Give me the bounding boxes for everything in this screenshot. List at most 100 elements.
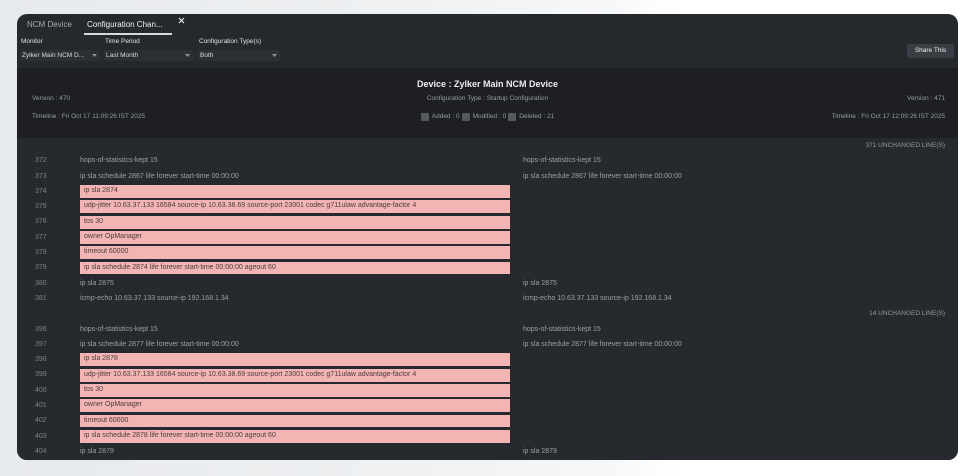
- deleted-diff-row: 377 owner OpManager: [17, 230, 958, 245]
- deleted-line: ip sla schedule 2874 life forever start-…: [80, 261, 510, 275]
- line-number: 379: [35, 264, 47, 272]
- deleted-diff-row: 378 timeout 60000: [17, 245, 958, 260]
- new-version-line: ip sla 2875: [523, 279, 557, 287]
- deleted-diff-row: 403 ip sla schedule 2878 life forever st…: [17, 429, 958, 444]
- unchanged-lines-row: 14 UNCHANGED LINE(S): [17, 306, 958, 321]
- monitor-filter: Monitor Zylker Main NCM D...: [20, 38, 100, 62]
- line-number: 401: [35, 402, 47, 410]
- old-version-line: hops-of-statistics-kept 15: [80, 157, 158, 165]
- deleted-line: ip sla 2878: [80, 353, 510, 367]
- deleted-diff-row: 379 ip sla schedule 2874 life forever st…: [17, 260, 958, 275]
- diff-row: 404 ip sla 2879 ip sla 2879: [17, 444, 958, 459]
- deleted-line: owner OpManager: [80, 399, 510, 413]
- diff-row: 396 hops-of-statistics-kept 15 hops-of-s…: [17, 322, 958, 337]
- line-number: 376: [35, 218, 47, 226]
- line-number: 397: [35, 340, 47, 348]
- unchanged-lines-expander[interactable]: 371 UNCHANGED LINE(S): [866, 138, 945, 153]
- configuration-type-select[interactable]: Both: [198, 50, 280, 61]
- time-period-label: Time Period: [105, 38, 140, 45]
- unchanged-lines-expander[interactable]: 14 UNCHANGED LINE(S): [869, 306, 945, 321]
- deleted-diff-row: 402 timeout 60000: [17, 413, 958, 428]
- deleted-count: Deleted : 21: [519, 113, 555, 120]
- new-version-line: icmp-echo 10.63.37.133 source-ip 192.168…: [523, 294, 672, 302]
- diff-view: 371 UNCHANGED LINE(S) 372 hops-of-statis…: [17, 138, 958, 460]
- new-version-line: ip sla schedule 2867 life forever start-…: [523, 172, 682, 180]
- share-button[interactable]: Share This: [907, 44, 954, 58]
- time-period-value: Last Month: [106, 52, 139, 59]
- chevron-down-icon: [92, 54, 97, 57]
- deleted-diff-row: 400 tos 30: [17, 383, 958, 398]
- deleted-line: udp-jitter 10.63.37.133 16584 source-ip …: [80, 200, 510, 214]
- tab-configuration-change[interactable]: Configuration Chan...: [87, 19, 163, 31]
- deleted-swatch: [508, 113, 517, 121]
- time-period-select[interactable]: Last Month: [104, 50, 193, 61]
- deleted-diff-row: 398 ip sla 2878: [17, 352, 958, 367]
- line-number: 372: [35, 157, 47, 165]
- diff-row: 373 ip sla schedule 2867 life forever st…: [17, 169, 958, 184]
- line-number: 380: [35, 279, 47, 287]
- time-period-filter: Time Period Last Month: [104, 38, 193, 62]
- device-title: Device : Zylker Main NCM Device: [416, 79, 559, 89]
- line-number: 374: [35, 187, 47, 195]
- added-swatch: [420, 113, 429, 121]
- tab-bar: NCM Device Configuration Chan...: [17, 14, 958, 36]
- deleted-diff-row: 399 udp-jitter 10.63.37.133 16584 source…: [17, 367, 958, 382]
- line-number: 396: [35, 325, 47, 333]
- deleted-diff-row: 375 udp-jitter 10.63.37.133 16584 source…: [17, 199, 958, 214]
- line-number: 377: [35, 233, 47, 241]
- monitor-select[interactable]: Zylker Main NCM D...: [20, 50, 100, 61]
- comparison-header: Device : Zylker Main NCM Device Version …: [17, 68, 958, 138]
- modified-swatch: [461, 113, 470, 121]
- old-version-line: hops-of-statistics-kept 15: [80, 325, 158, 333]
- legend-added: Added : 0: [420, 112, 460, 122]
- line-number: 403: [35, 432, 47, 440]
- active-tab-indicator: [84, 33, 172, 35]
- monitor-label: Monitor: [21, 38, 43, 45]
- new-version-line: ip sla 2879: [523, 447, 557, 455]
- line-number: 381: [35, 294, 47, 302]
- line-number: 398: [35, 356, 47, 364]
- diff-row: 372 hops-of-statistics-kept 15 hops-of-s…: [17, 153, 958, 168]
- configuration-type-label: Configuration Type(s): [199, 38, 262, 45]
- deleted-line: timeout 60000: [80, 414, 510, 428]
- deleted-line: tos 30: [80, 215, 510, 229]
- deleted-diff-row: 401 owner OpManager: [17, 398, 958, 413]
- unchanged-lines-row: 371 UNCHANGED LINE(S): [17, 138, 958, 153]
- modified-count: Modified : 0: [472, 113, 507, 120]
- right-version: Version : 471: [907, 95, 945, 102]
- configuration-type-info: Configuration Type : Startup Configurati…: [426, 95, 549, 102]
- old-version-line: icmp-echo 10.63.37.133 source-ip 192.168…: [80, 294, 229, 302]
- deleted-line: timeout 60000: [80, 246, 510, 260]
- configuration-type-value: Both: [200, 52, 214, 59]
- diff-row: 381 icmp-echo 10.63.37.133 source-ip 192…: [17, 291, 958, 306]
- legend-deleted: Deleted : 21: [508, 112, 554, 122]
- new-version-line: hops-of-statistics-kept 15: [523, 325, 601, 333]
- line-number: 373: [35, 172, 47, 180]
- legend-modified: Modified : 0: [461, 112, 507, 122]
- diff-legend: Added : 0 Modified : 0 Deleted : 21: [17, 112, 958, 122]
- chevron-down-icon: [185, 54, 190, 57]
- diff-row: 380 ip sla 2875 ip sla 2875: [17, 276, 958, 291]
- tab-ncm-device[interactable]: NCM Device: [27, 19, 72, 31]
- diff-row: 397 ip sla schedule 2877 life forever st…: [17, 337, 958, 352]
- line-number: 378: [35, 249, 47, 257]
- deleted-line: owner OpManager: [80, 230, 510, 244]
- line-number: 400: [35, 386, 47, 394]
- line-number: 402: [35, 417, 47, 425]
- config-change-panel: NCM Device Configuration Chan... Monitor…: [17, 14, 958, 460]
- old-version-line: ip sla 2879: [80, 447, 114, 455]
- right-timeline: Timeline : Fri Oct 17 12:09:26 IST 2025: [831, 113, 945, 120]
- deleted-line: udp-jitter 10.63.37.133 16584 source-ip …: [80, 368, 510, 382]
- new-version-line: ip sla schedule 2877 life forever start-…: [523, 340, 682, 348]
- configuration-type-filter: Configuration Type(s) Both: [198, 38, 280, 62]
- deleted-line: ip sla schedule 2878 life forever start-…: [80, 429, 510, 443]
- close-icon[interactable]: [178, 17, 185, 24]
- monitor-value: Zylker Main NCM D...: [22, 52, 85, 59]
- deleted-line: tos 30: [80, 383, 510, 397]
- added-count: Added : 0: [431, 113, 460, 120]
- old-version-line: ip sla schedule 2877 life forever start-…: [80, 340, 239, 348]
- line-number: 399: [35, 371, 47, 379]
- deleted-line: ip sla 2874: [80, 185, 510, 198]
- old-version-line: ip sla schedule 2867 life forever start-…: [80, 172, 239, 180]
- chevron-down-icon: [272, 54, 277, 57]
